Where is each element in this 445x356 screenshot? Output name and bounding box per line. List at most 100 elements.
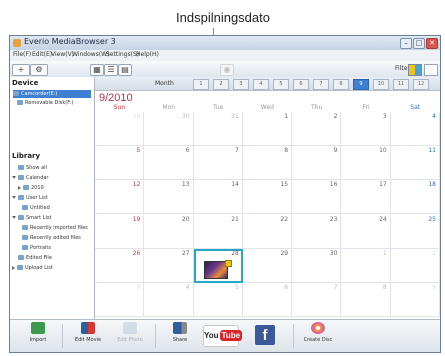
- sidebar-item-smart-list[interactable]: Smart List: [12, 214, 51, 222]
- sidebar-item-camcorder[interactable]: Camcorder(E:): [13, 90, 91, 98]
- calendar-day-cell[interactable]: 16: [292, 180, 342, 215]
- sidebar-item-upload-list[interactable]: Upload List: [12, 264, 53, 272]
- create-disc-button[interactable]: Create Disc: [298, 322, 338, 350]
- add-button[interactable]: +: [12, 64, 30, 76]
- menu-edit[interactable]: Edit(E): [32, 51, 52, 58]
- filter-icon[interactable]: [408, 64, 422, 76]
- calendar-day-cell[interactable]: 11: [390, 146, 440, 181]
- calendar-day-cell[interactable]: 3: [341, 112, 391, 147]
- calendar-day-cell[interactable]: 2: [292, 112, 342, 147]
- calendar-day-cell[interactable]: 9: [390, 282, 440, 317]
- calendar-day-cell[interactable]: 6: [144, 146, 194, 181]
- minimize-button[interactable]: –: [400, 38, 412, 49]
- calendar-day-cell[interactable]: 25: [390, 214, 440, 249]
- edit-movie-button[interactable]: Edit Movie: [68, 322, 108, 350]
- month-button-1[interactable]: 1: [193, 79, 209, 90]
- calendar-day-cell[interactable]: 18: [390, 180, 440, 215]
- calendar-day-cell[interactable]: 29: [242, 248, 293, 283]
- calendar-day-cell[interactable]: 1: [341, 248, 391, 283]
- month-button-2[interactable]: 2: [213, 79, 229, 90]
- edit-photo-button[interactable]: Edit Photo: [110, 322, 150, 350]
- list-view-icon[interactable]: ☰: [104, 64, 118, 76]
- close-button[interactable]: ✕: [426, 38, 438, 49]
- filter-options-icon[interactable]: [424, 64, 438, 76]
- calendar-day-cell[interactable]: 4: [144, 282, 194, 317]
- day-number: 10: [379, 147, 387, 155]
- calendar-day-cell[interactable]: 6: [242, 282, 293, 317]
- youtube-button[interactable]: You Tube: [203, 325, 243, 347]
- calendar-day-cell[interactable]: 14: [193, 180, 243, 215]
- calendar-day-cell[interactable]: 5: [193, 282, 243, 317]
- sidebar-item-edited-file[interactable]: Edited File: [18, 254, 52, 262]
- calendar-day-cell[interactable]: 1: [242, 112, 293, 147]
- menu-help[interactable]: Help(H): [136, 51, 159, 58]
- day-number: 5: [235, 283, 239, 291]
- calendar-day-cell[interactable]: 7: [292, 282, 342, 317]
- month-button-7[interactable]: 7: [313, 79, 329, 90]
- thumbnail-view-icon[interactable]: ▦: [90, 64, 104, 76]
- weekday-header: Fri: [362, 104, 370, 111]
- collapse-arrow-icon[interactable]: [18, 185, 21, 190]
- menu-windows[interactable]: Windows(W): [72, 51, 109, 58]
- sidebar-item-calendar[interactable]: Calendar: [12, 174, 48, 182]
- calendar-day-cell[interactable]: 27: [144, 248, 194, 283]
- tools-dropdown-icon[interactable]: ⚙: [30, 64, 48, 76]
- month-button-10[interactable]: 10: [373, 79, 389, 90]
- calendar-day-cell[interactable]: 31: [193, 112, 243, 147]
- info-icon[interactable]: ◉: [220, 64, 234, 76]
- calendar-day-cell[interactable]: 8: [242, 146, 293, 181]
- calendar-day-cell[interactable]: 30: [292, 248, 342, 283]
- month-button-3[interactable]: 3: [233, 79, 249, 90]
- calendar-day-cell[interactable]: 24: [341, 214, 391, 249]
- expand-arrow-icon[interactable]: [12, 216, 16, 219]
- calendar-day-cell[interactable]: 17: [341, 180, 391, 215]
- calendar-day-cell[interactable]: 7: [193, 146, 243, 181]
- calendar-day-cell[interactable]: 4: [390, 112, 440, 147]
- calendar-day-cell[interactable]: 19: [95, 214, 145, 249]
- import-button[interactable]: Import: [18, 322, 58, 350]
- calendar-day-cell[interactable]: 3: [95, 282, 145, 317]
- calendar-day-cell[interactable]: 10: [341, 146, 391, 181]
- sidebar-item-recently-edited[interactable]: Recently edited files: [22, 234, 81, 242]
- day-number: 8: [382, 283, 387, 291]
- collapse-arrow-icon[interactable]: [12, 265, 15, 270]
- sidebar-item-removable-disk[interactable]: Removable Disk(F:): [17, 99, 73, 107]
- sidebar-item-show-all[interactable]: Show all: [18, 164, 47, 172]
- menu-settings[interactable]: Settings(S): [106, 51, 139, 58]
- month-button-5[interactable]: 5: [273, 79, 289, 90]
- calendar-day-cell[interactable]: 22: [242, 214, 293, 249]
- calendar-day-cell[interactable]: 2: [390, 248, 440, 283]
- month-button-11[interactable]: 11: [393, 79, 409, 90]
- sidebar-item-user-list[interactable]: User List: [12, 194, 48, 202]
- calendar-day-cell[interactable]: 9: [292, 146, 342, 181]
- calendar-day-cell[interactable]: 15: [242, 180, 293, 215]
- sidebar-item-2010[interactable]: 2010: [18, 184, 44, 192]
- calendar-day-cell[interactable]: 30: [144, 112, 194, 147]
- calendar-day-cell[interactable]: 21: [193, 214, 243, 249]
- facebook-button[interactable]: f: [255, 325, 275, 345]
- share-button[interactable]: Share: [160, 322, 200, 350]
- sidebar-item-untitled[interactable]: Untitled: [22, 204, 50, 212]
- month-button-4[interactable]: 4: [253, 79, 269, 90]
- calendar-day-cell[interactable]: 23: [292, 214, 342, 249]
- menu-view[interactable]: View(V): [51, 51, 74, 58]
- expand-arrow-icon[interactable]: [12, 196, 16, 199]
- calendar-day-cell[interactable]: 8: [341, 282, 391, 317]
- month-button-6[interactable]: 6: [293, 79, 309, 90]
- calendar-day-cell[interactable]: 28: [193, 248, 243, 283]
- calendar-day-cell[interactable]: 29: [95, 112, 145, 147]
- sidebar-item-recently-imported[interactable]: Recently imported files: [22, 224, 88, 232]
- expand-arrow-icon[interactable]: [12, 176, 16, 179]
- month-button-9[interactable]: 9: [353, 79, 369, 90]
- maximize-button[interactable]: □: [413, 38, 425, 49]
- month-button-12[interactable]: 12: [413, 79, 429, 90]
- calendar-view-icon[interactable]: ▤: [118, 64, 132, 76]
- month-button-8[interactable]: 8: [333, 79, 349, 90]
- calendar-day-cell[interactable]: 20: [144, 214, 194, 249]
- menu-file[interactable]: File(F): [13, 51, 31, 58]
- calendar-day-cell[interactable]: 5: [95, 146, 145, 181]
- calendar-day-cell[interactable]: 12: [95, 180, 145, 215]
- sidebar-item-portraits[interactable]: Portraits: [22, 244, 51, 252]
- calendar-day-cell[interactable]: 26: [95, 248, 145, 283]
- calendar-day-cell[interactable]: 13: [144, 180, 194, 215]
